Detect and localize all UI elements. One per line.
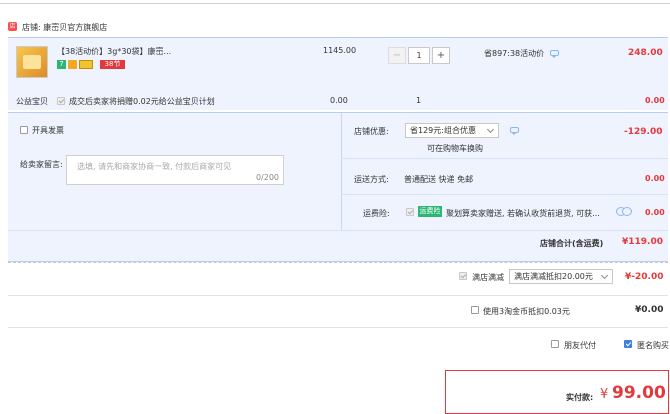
quantity-input[interactable]: 1: [408, 47, 430, 64]
store-icon: 店: [8, 22, 17, 31]
anonymous-checkbox[interactable]: [624, 340, 632, 348]
discount-note: 可在购物车换购: [427, 144, 483, 153]
tmall-promo-selected: 满店满减抵扣20.00元: [514, 272, 593, 281]
coins-label: 使用3淘金币抵扣0.03元: [483, 307, 570, 316]
pay-label: 实付款:: [566, 393, 594, 402]
discount-selected: 省129元:组合优惠: [410, 126, 476, 135]
discount-value: -129.00: [624, 127, 663, 137]
charity-qty: 1: [416, 96, 422, 105]
plus-button[interactable]: +: [432, 47, 450, 64]
charity-text: 成交后卖家将捐赠0.02元给公益宝贝计划: [69, 97, 215, 106]
invoice-label: 开具发票: [32, 126, 64, 135]
options-divider: [8, 327, 668, 328]
minus-button[interactable]: −: [388, 47, 406, 64]
quantity-stepper[interactable]: − 1 +: [388, 47, 450, 64]
tag-seven-icon: 7: [57, 60, 66, 69]
store-total-value: ¥119.00: [622, 237, 663, 247]
charity-label: 公益宝贝: [16, 97, 48, 106]
payment-box: 实付款: ¥ 99.00: [445, 370, 669, 414]
invoice-checkbox[interactable]: [20, 126, 28, 134]
shipping-price: 0.00: [645, 174, 665, 183]
tmall-promo-checkbox[interactable]: [459, 272, 467, 280]
top-header-strip: [0, 0, 670, 4]
store-row: 店 店铺: 康崈贝官方旗舰店: [8, 20, 668, 34]
chevron-down-icon: [486, 125, 495, 134]
tag-38-festival-icon: 38节: [100, 60, 125, 69]
chevron-down-icon: [600, 271, 609, 280]
insurance-text: 聚划算卖家赠送, 若确认收货前退货, 可获...: [446, 209, 600, 218]
tmall-promo-select[interactable]: 满店满减抵扣20.00元: [509, 269, 613, 284]
pay-currency: ¥: [600, 387, 609, 402]
item-title[interactable]: 【38活动价】3g*30袋】康崈...: [57, 46, 171, 57]
tag-promo-icon: [68, 60, 77, 69]
tag-card-icon: [79, 60, 93, 69]
shipping-label: 运送方式:: [354, 175, 389, 184]
insurance-label: 运费险:: [363, 209, 390, 218]
friend-pay-checkbox[interactable]: [551, 340, 559, 348]
discount-divider: [341, 158, 668, 159]
store-name[interactable]: 店铺: 康崈贝官方旗舰店: [22, 22, 107, 33]
message-label: 给卖家留言:: [20, 160, 63, 169]
store-total-divider: [8, 230, 668, 231]
item-unit-price: 1145.00: [323, 46, 357, 55]
item-tags: 7 38节: [57, 60, 137, 70]
charity-price: 0.00: [330, 96, 348, 105]
coins-divider: [8, 295, 668, 296]
insurance-help-icon[interactable]: [616, 207, 632, 216]
message-placeholder: 选填, 请先和商家协商一致, 付款后商家可见: [77, 162, 232, 171]
discount-select[interactable]: 省129元:组合优惠: [405, 123, 499, 138]
promo-chat-icon[interactable]: [550, 50, 559, 58]
discount-label: 店铺优惠:: [354, 127, 389, 136]
panel-divider: [341, 113, 342, 230]
friend-pay-label: 朋友代付: [564, 341, 596, 350]
insurance-badge: 运费险: [418, 206, 442, 217]
coins-value: ¥0.00: [635, 305, 664, 315]
coins-checkbox[interactable]: [471, 306, 479, 314]
pay-amount: 99.00: [612, 383, 666, 403]
shipping-divider: [341, 194, 668, 195]
item-subtotal: 248.00: [628, 48, 663, 58]
message-textarea[interactable]: 选填, 请先和商家协商一致, 付款后商家可见 0/200: [66, 155, 284, 185]
discount-chat-icon[interactable]: [510, 127, 519, 135]
message-counter: 0/200: [255, 173, 279, 182]
dashed-divider: [8, 262, 668, 263]
anonymous-label: 匿名购买: [637, 341, 669, 350]
item-promo-text: 省897:38活动价: [484, 49, 545, 58]
insurance-price: 0.00: [645, 208, 665, 217]
insurance-checkbox[interactable]: [406, 208, 414, 216]
tmall-promo-value: ¥-20.00: [625, 272, 664, 282]
product-image[interactable]: [16, 46, 48, 78]
charity-checkbox[interactable]: [57, 97, 65, 105]
shipping-value: 普通配送 快递 免邮: [404, 175, 474, 184]
tmall-promo-label: 满店满减: [472, 273, 504, 282]
store-total-label: 店铺合计(含运费): [540, 239, 604, 248]
charity-total: 0.00: [645, 96, 665, 105]
